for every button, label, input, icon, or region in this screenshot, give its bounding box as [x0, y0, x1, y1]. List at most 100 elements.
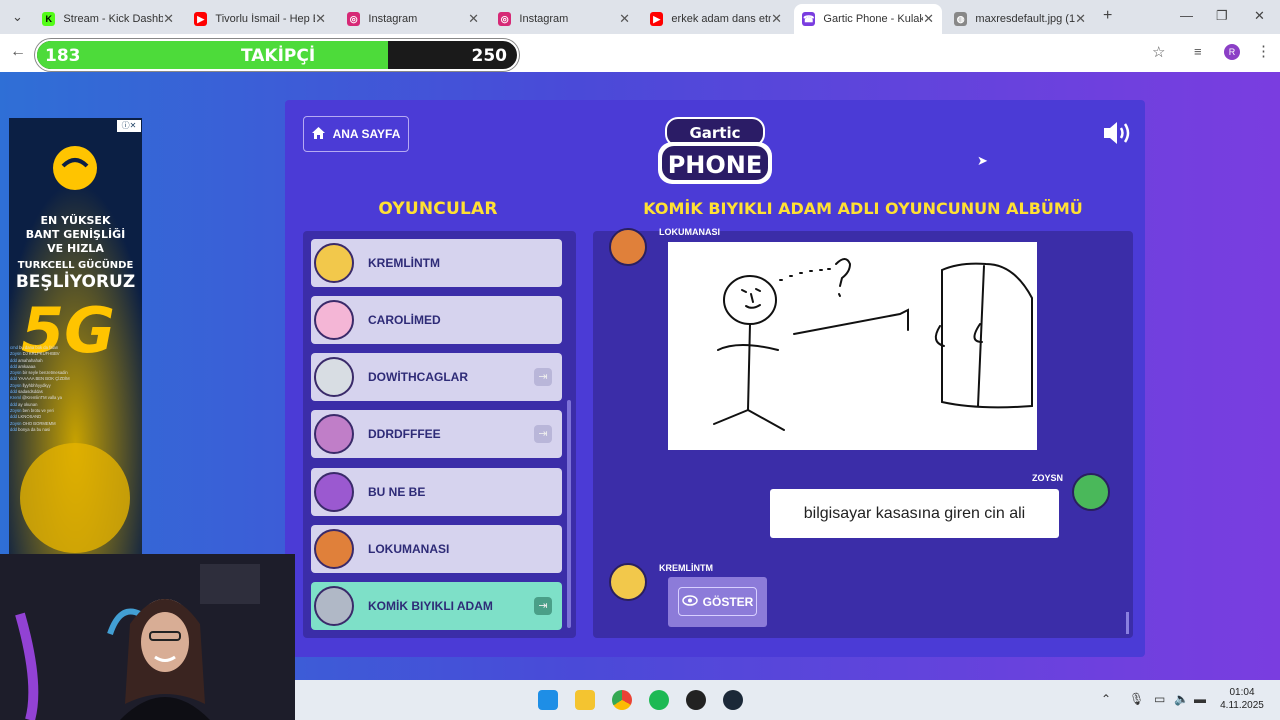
browser-tab-instagram-2[interactable]: ◎ Instagram ✕ — [490, 4, 638, 34]
obs-icon[interactable] — [686, 690, 706, 710]
players-heading: OYUNCULAR — [378, 199, 498, 219]
chat-username: ddd — [10, 363, 17, 369]
ad-text: EN YÜKSEK — [40, 214, 111, 227]
browser-tab-bar: ⌄ K Stream - Kick Dashbo ✕ ▶ Tivorlu İsm… — [0, 0, 1280, 34]
home-icon — [311, 126, 325, 142]
close-tab-icon[interactable]: ✕ — [771, 11, 782, 27]
speaker-icon[interactable]: 🔈 — [1174, 692, 1189, 706]
chat-username: Zoysn — [10, 370, 22, 376]
player-row[interactable]: DOWİTHCAGLAR ⇥ — [311, 353, 562, 401]
clock-time: 01:04 — [1229, 687, 1255, 698]
instagram-icon: ◎ — [347, 12, 361, 26]
home-button[interactable]: ANA SAYFA — [303, 116, 409, 152]
close-tab-icon[interactable]: ✕ — [1075, 11, 1086, 27]
kick-player-icon[interactable]: ⇥ — [534, 368, 552, 386]
avatar — [314, 586, 354, 626]
reading-list-icon[interactable]: ≡ — [1194, 44, 1202, 59]
chat-text: ay okunan — [18, 401, 38, 407]
tray-chevron-icon[interactable]: ⌃ — [1101, 692, 1111, 706]
minimize-icon[interactable]: — — [1180, 8, 1193, 23]
player-name: DDRDFFFEE — [368, 427, 441, 441]
player-row[interactable]: LOKUMANASI — [311, 525, 562, 573]
album-scrollbar[interactable] — [1126, 612, 1129, 634]
spotify-icon[interactable] — [649, 690, 669, 710]
volume-icon[interactable] — [1102, 120, 1134, 146]
close-window-icon[interactable]: ✕ — [1254, 8, 1265, 24]
close-tab-icon[interactable]: ✕ — [619, 11, 630, 27]
windows-start-icon[interactable] — [538, 690, 558, 710]
close-tab-icon[interactable]: ✕ — [468, 11, 479, 27]
player-row[interactable]: CAROLİMED — [311, 296, 562, 344]
ad-info-icon[interactable]: ⓘ✕ — [117, 120, 141, 132]
turkcell-ad[interactable]: EN YÜKSEK BANT GENİŞLİĞİ VE HIZLA TURKCE… — [9, 118, 142, 554]
new-tab-icon[interactable]: + — [1103, 7, 1112, 25]
svg-text:PHONE: PHONE — [668, 151, 763, 179]
ad-text: VE HIZLA — [47, 242, 104, 255]
chat-username: ddd — [10, 414, 17, 420]
webcam-overlay — [0, 554, 295, 720]
player-row-active[interactable]: KOMİK BIYIKLI ADAM ⇥ — [311, 582, 562, 630]
follower-goal-bar: 183 TAKİPÇİ 250 — [35, 39, 519, 71]
tab-title: maxresdefault.jpg (1 — [975, 13, 1076, 25]
close-tab-icon[interactable]: ✕ — [923, 11, 934, 27]
close-tab-icon[interactable]: ✕ — [163, 11, 174, 27]
chat-text: amkaaaa — [18, 363, 36, 369]
kick-icon: K — [42, 12, 56, 26]
player-row[interactable]: BU NE BE — [311, 468, 562, 516]
player-list: KREMLİNTM CAROLİMED DOWİTHCAGLAR ⇥ DDRDF… — [303, 231, 576, 638]
file-explorer-icon[interactable] — [575, 690, 595, 710]
tab-title: erkek adam dans etm — [671, 13, 772, 25]
kick-player-icon[interactable]: ⇥ — [534, 597, 552, 615]
display-icon[interactable]: ▭ — [1154, 692, 1165, 706]
album-heading: KOMİK BIYIKLI ADAM ADLI OYUNCUNUN ALBÜMÜ — [643, 199, 1083, 218]
chrome-icon[interactable] — [612, 690, 632, 710]
player-row[interactable]: DDRDFFFEE ⇥ — [311, 410, 562, 458]
chat-username: cmd — [10, 345, 18, 350]
avatar — [314, 414, 354, 454]
ad-text: BANT GENİŞLİĞİ — [25, 228, 126, 241]
battery-icon[interactable]: ▬ — [1194, 692, 1206, 706]
browser-tab-kick[interactable]: K Stream - Kick Dashbo ✕ — [34, 4, 182, 34]
tab-title: Stream - Kick Dashbo — [63, 13, 164, 25]
eye-icon — [681, 594, 698, 609]
follower-goal-fill — [37, 41, 389, 69]
player-row[interactable]: KREMLİNTM — [311, 239, 562, 287]
player-name: KOMİK BIYIKLI ADAM — [368, 599, 493, 613]
chat-message: ddd bonya da bu nasi — [10, 427, 150, 433]
browser-tab-instagram-1[interactable]: ◎ Instagram ✕ — [339, 4, 487, 34]
maximize-icon[interactable]: ❐ — [1216, 8, 1228, 24]
youtube-icon: ▶ — [194, 12, 208, 26]
steam-icon[interactable] — [723, 690, 743, 710]
chat-text: bir seyle benzetmesadin — [22, 370, 68, 376]
browser-tab-gartic[interactable]: ☎ Gartic Phone - Kulak ✕ — [794, 4, 942, 34]
drawing-author: LOKUMANASI — [659, 227, 720, 237]
chat-text: @KremlinTM valla ya — [22, 395, 62, 401]
back-arrow-icon[interactable]: ← — [10, 43, 26, 61]
kick-player-icon[interactable]: ⇥ — [534, 425, 552, 443]
close-tab-icon[interactable]: ✕ — [315, 11, 326, 27]
gartic-icon: ☎ — [802, 12, 816, 26]
show-button[interactable]: GÖSTER — [678, 587, 757, 616]
tab-search-icon[interactable]: ⌄ — [12, 9, 23, 25]
avatar — [314, 300, 354, 340]
show-button-frame: GÖSTER — [668, 577, 767, 627]
chat-text: llyyhbhhyydkyy — [22, 382, 51, 388]
chat-text: bonya da bu nasi — [18, 426, 51, 432]
follower-goal: 250 — [471, 46, 508, 66]
star-icon[interactable]: ☆ — [1152, 43, 1165, 61]
menu-kebab-icon[interactable]: ⋮ — [1256, 42, 1271, 60]
microphone-icon[interactable]: 🎙 — [1129, 692, 1144, 706]
browser-tab-image[interactable]: ◍ maxresdefault.jpg (1 ✕ — [946, 4, 1094, 34]
browser-tab-youtube-2[interactable]: ▶ erkek adam dans etm ✕ — [642, 4, 790, 34]
instagram-icon: ◎ — [498, 12, 512, 26]
chat-username: Zoysn — [10, 407, 22, 413]
avatar — [314, 529, 354, 569]
ad-text: BEŞLİYORUZ — [15, 272, 136, 292]
chat-username: Kreml — [10, 395, 21, 401]
avatar — [1072, 473, 1110, 511]
tab-title: Instagram — [519, 13, 569, 25]
profile-avatar[interactable]: R — [1224, 44, 1240, 60]
browser-tab-youtube-1[interactable]: ▶ Tivorlu İsmail - Hep E ✕ — [186, 4, 334, 34]
player-list-scrollbar[interactable] — [567, 400, 571, 628]
taskbar-clock[interactable]: 01:04 4.11.2025 — [1216, 686, 1268, 712]
